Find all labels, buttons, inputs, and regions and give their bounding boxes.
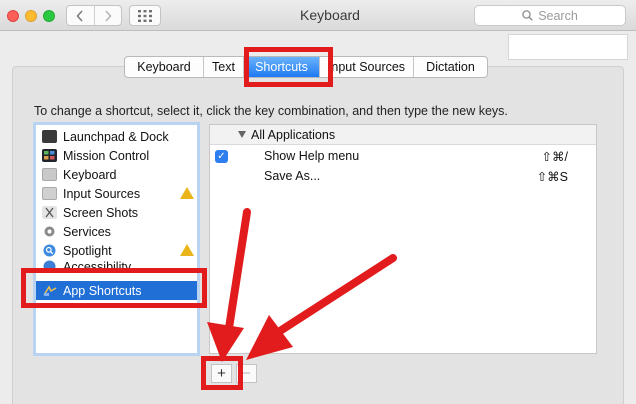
arrow-diagonal-icon: [246, 254, 397, 360]
annotation-arrows: [207, 208, 397, 362]
arrow-down-icon: [207, 208, 251, 362]
